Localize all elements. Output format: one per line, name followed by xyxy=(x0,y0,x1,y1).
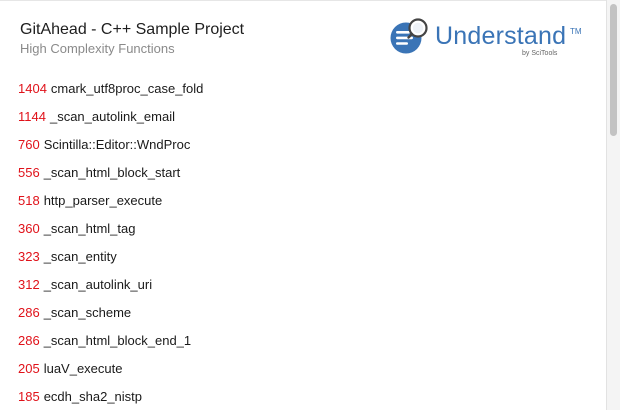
report-panel: GitAhead - C++ Sample Project High Compl… xyxy=(0,0,606,410)
complexity-count: 185 xyxy=(18,388,40,404)
function-name: luaV_execute xyxy=(43,360,123,376)
function-name: ecdh_sha2_nistp xyxy=(43,388,143,404)
logo-wordmark: Understand xyxy=(435,22,567,50)
complexity-count: 360 xyxy=(18,220,40,236)
understand-logo: Understand TM by SciTools xyxy=(390,18,590,60)
logo-trademark: TM xyxy=(570,27,582,36)
list-item[interactable]: 286 _scan_html_block_end_1 xyxy=(18,326,203,354)
list-item[interactable]: 556 _scan_html_block_start xyxy=(18,158,203,186)
complexity-count: 286 xyxy=(18,304,40,320)
function-name: _scan_entity xyxy=(43,248,117,264)
list-item[interactable]: 323 _scan_entity xyxy=(18,242,203,270)
function-name: _scan_html_block_start xyxy=(43,164,181,180)
report-subtitle: High Complexity Functions xyxy=(20,41,175,56)
function-name: _scan_scheme xyxy=(43,304,132,320)
understand-magnifier-icon xyxy=(390,18,428,54)
list-item[interactable]: 760 Scintilla::Editor::WndProc xyxy=(18,130,203,158)
list-item[interactable]: 312 _scan_autolink_uri xyxy=(18,270,203,298)
function-name: http_parser_execute xyxy=(43,192,163,208)
scrollbar-thumb[interactable] xyxy=(610,4,617,136)
complexity-count: 1404 xyxy=(18,80,47,96)
complexity-count: 1144 xyxy=(18,108,46,124)
complexity-count: 518 xyxy=(18,192,40,208)
complexity-count: 760 xyxy=(18,136,40,152)
function-name: _scan_html_tag xyxy=(43,220,136,236)
complexity-count: 205 xyxy=(18,360,40,376)
list-item[interactable]: 1144 _scan_autolink_email xyxy=(18,102,203,130)
function-name: _scan_autolink_email xyxy=(49,108,175,124)
function-name: Scintilla::Editor::WndProc xyxy=(43,136,191,152)
list-item[interactable]: 1404 cmark_utf8proc_case_fold xyxy=(18,74,203,102)
function-name: cmark_utf8proc_case_fold xyxy=(50,80,204,96)
project-title: GitAhead - C++ Sample Project xyxy=(20,21,245,38)
function-name: _scan_html_block_end_1 xyxy=(43,332,192,348)
logo-byline: by SciTools xyxy=(522,50,558,57)
list-item[interactable]: 185 ecdh_sha2_nistp xyxy=(18,382,203,410)
list-item[interactable]: 205 luaV_execute xyxy=(18,354,203,382)
complexity-count: 286 xyxy=(18,332,40,348)
complexity-count: 312 xyxy=(18,276,40,292)
list-item[interactable]: 518 http_parser_execute xyxy=(18,186,203,214)
function-list: 1404 cmark_utf8proc_case_fold 1144 _scan… xyxy=(18,74,203,410)
vertical-scrollbar[interactable] xyxy=(606,0,620,410)
complexity-count: 323 xyxy=(18,248,40,264)
list-item[interactable]: 286 _scan_scheme xyxy=(18,298,203,326)
complexity-count: 556 xyxy=(18,164,40,180)
function-name: _scan_autolink_uri xyxy=(43,276,153,292)
panel-top-border xyxy=(0,0,606,1)
list-item[interactable]: 360 _scan_html_tag xyxy=(18,214,203,242)
